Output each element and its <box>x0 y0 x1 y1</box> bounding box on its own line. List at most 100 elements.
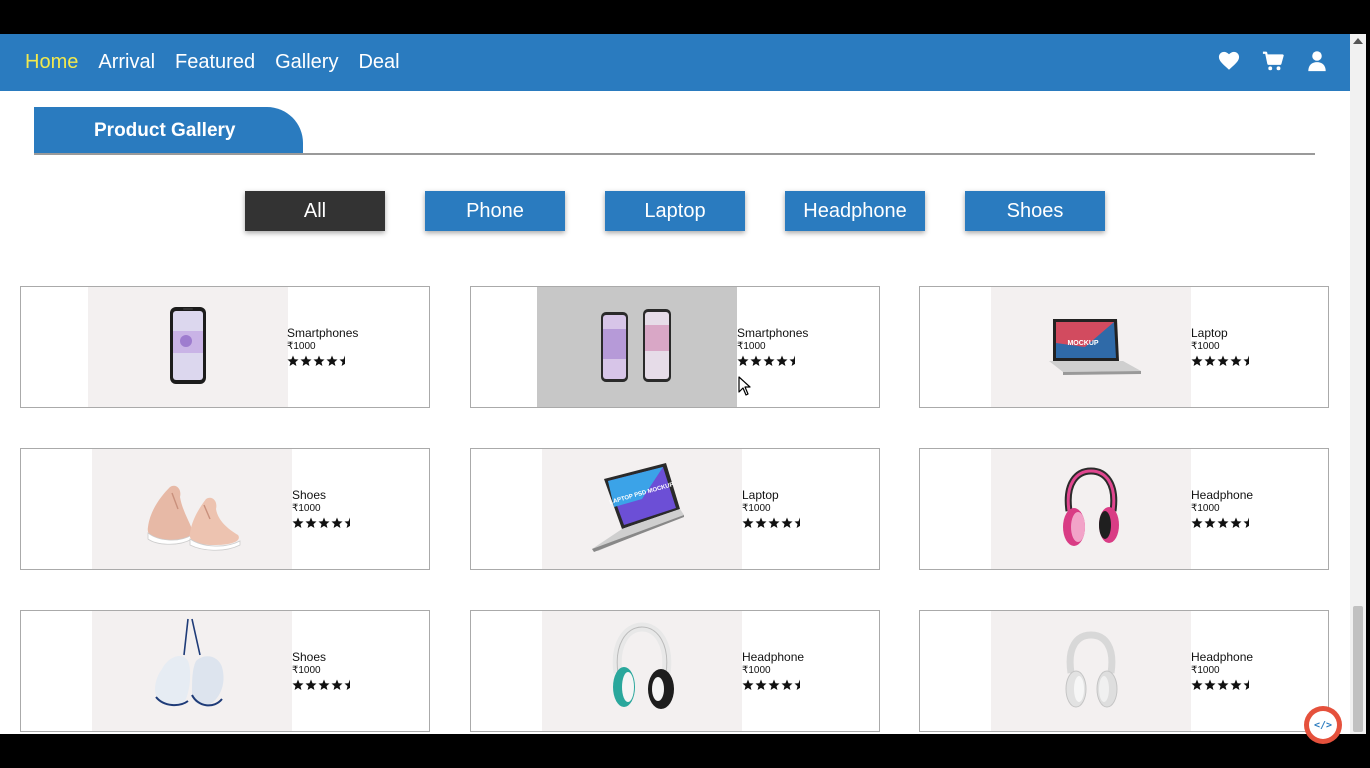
product-image-hanging-sneakers <box>92 611 292 731</box>
filter-phone-button[interactable]: Phone <box>425 191 565 231</box>
filter-shoes-button[interactable]: Shoes <box>965 191 1105 231</box>
gallery-divider <box>34 153 1315 155</box>
product-info: Headphone ₹1000 <box>1191 650 1257 696</box>
star-icon <box>755 517 767 528</box>
product-image-laptop-mockup: MOCKUP <box>991 287 1191 407</box>
product-card[interactable]: Smartphones ₹1000 <box>20 286 430 408</box>
product-name: Smartphones <box>737 326 809 340</box>
cart-icon[interactable] <box>1262 50 1284 72</box>
product-name: Smartphones <box>287 326 359 340</box>
product-info: Laptop ₹1000 <box>1191 326 1257 372</box>
rating-stars <box>292 517 350 528</box>
product-price: ₹1000 <box>742 503 771 514</box>
half-star-icon <box>339 355 345 366</box>
rating-stars <box>742 679 800 690</box>
product-rating <box>742 678 808 696</box>
star-icon <box>300 355 312 366</box>
product-rating <box>1191 516 1257 534</box>
nav-link-gallery[interactable]: Gallery <box>275 51 338 74</box>
product-name: Laptop <box>742 488 779 502</box>
product-card[interactable]: Headphone ₹1000 <box>919 610 1329 732</box>
filter-laptop-button[interactable]: Laptop <box>605 191 745 231</box>
product-rating <box>292 516 358 534</box>
product-gallery-title: Product Gallery <box>94 120 236 141</box>
product-rating <box>287 354 358 372</box>
user-icon[interactable] <box>1306 50 1328 72</box>
rating-stars <box>1191 517 1249 528</box>
nav-links: Home Arrival Featured Gallery Deal <box>25 51 400 74</box>
heart-icon[interactable] <box>1218 50 1240 72</box>
star-icon <box>1204 679 1216 690</box>
half-star-icon <box>344 679 350 690</box>
rating-stars <box>287 355 345 366</box>
vertical-scrollbar[interactable] <box>1350 34 1366 734</box>
filter-all-button[interactable]: All <box>245 191 385 231</box>
product-name: Laptop <box>1191 326 1228 340</box>
star-icon <box>742 517 754 528</box>
scroll-up-arrow-icon[interactable] <box>1353 38 1363 44</box>
letterbox-bottom <box>0 734 1370 768</box>
half-star-icon <box>1243 517 1249 528</box>
product-card[interactable]: Headphone ₹1000 <box>470 610 880 732</box>
half-star-icon <box>794 517 800 528</box>
star-icon <box>750 355 762 366</box>
star-icon <box>305 679 317 690</box>
product-image-laptop-tilted: LAPTOP PSD MOCKUP <box>542 449 742 569</box>
nav-link-featured[interactable]: Featured <box>175 51 255 74</box>
product-gallery-tab: Product Gallery <box>34 107 303 155</box>
product-image-teal-headphones <box>542 611 742 731</box>
half-star-icon <box>1243 679 1249 690</box>
star-icon <box>292 517 304 528</box>
star-icon <box>1230 679 1242 690</box>
product-card[interactable]: Smartphones ₹1000 <box>470 286 880 408</box>
product-image-pink-headphones <box>991 449 1191 569</box>
star-icon <box>1217 355 1229 366</box>
code-badge[interactable]: </> <box>1304 706 1342 744</box>
product-price: ₹1000 <box>1191 341 1220 352</box>
product-rating <box>1191 354 1257 372</box>
nav-link-home[interactable]: Home <box>25 51 78 74</box>
code-icon: </> <box>1309 711 1337 739</box>
rating-stars <box>737 355 795 366</box>
product-price: ₹1000 <box>742 665 771 676</box>
filter-headphone-button[interactable]: Headphone <box>785 191 925 231</box>
star-icon <box>1204 355 1216 366</box>
scrollbar-thumb[interactable] <box>1353 606 1363 732</box>
star-icon <box>755 679 767 690</box>
product-name: Shoes <box>292 650 327 664</box>
star-icon <box>326 355 338 366</box>
star-icon <box>331 679 343 690</box>
half-star-icon <box>789 355 795 366</box>
half-star-icon <box>794 679 800 690</box>
star-icon <box>1204 517 1216 528</box>
product-name: Headphone <box>742 650 805 664</box>
rating-stars <box>292 679 350 690</box>
product-card[interactable]: Shoes ₹1000 <box>20 448 430 570</box>
nav-link-arrival[interactable]: Arrival <box>98 51 155 74</box>
product-rating <box>292 678 358 696</box>
star-icon <box>1191 679 1203 690</box>
product-info: Headphone ₹1000 <box>1191 488 1257 534</box>
product-card[interactable]: Shoes ₹1000 <box>20 610 430 732</box>
star-icon <box>768 517 780 528</box>
half-star-icon <box>1243 355 1249 366</box>
product-price: ₹1000 <box>292 665 321 676</box>
product-card[interactable]: MOCKUP Laptop ₹1000 <box>919 286 1329 408</box>
product-card[interactable]: LAPTOP PSD MOCKUP Laptop ₹1000 <box>470 448 880 570</box>
product-info: Headphone ₹1000 <box>742 650 808 696</box>
product-price: ₹1000 <box>292 503 321 514</box>
star-icon <box>1230 355 1242 366</box>
star-icon <box>305 517 317 528</box>
nav-link-deal[interactable]: Deal <box>358 51 399 74</box>
product-info: Shoes ₹1000 <box>292 488 358 534</box>
star-icon <box>742 679 754 690</box>
product-image-pink-sneakers <box>92 449 292 569</box>
star-icon <box>1191 355 1203 366</box>
product-info: Smartphones ₹1000 <box>737 326 808 372</box>
product-name: Headphone <box>1191 650 1254 664</box>
star-icon <box>763 355 775 366</box>
star-icon <box>1217 679 1229 690</box>
product-card[interactable]: Headphone ₹1000 <box>919 448 1329 570</box>
star-icon <box>1230 517 1242 528</box>
product-info: Smartphones ₹1000 <box>287 326 358 372</box>
